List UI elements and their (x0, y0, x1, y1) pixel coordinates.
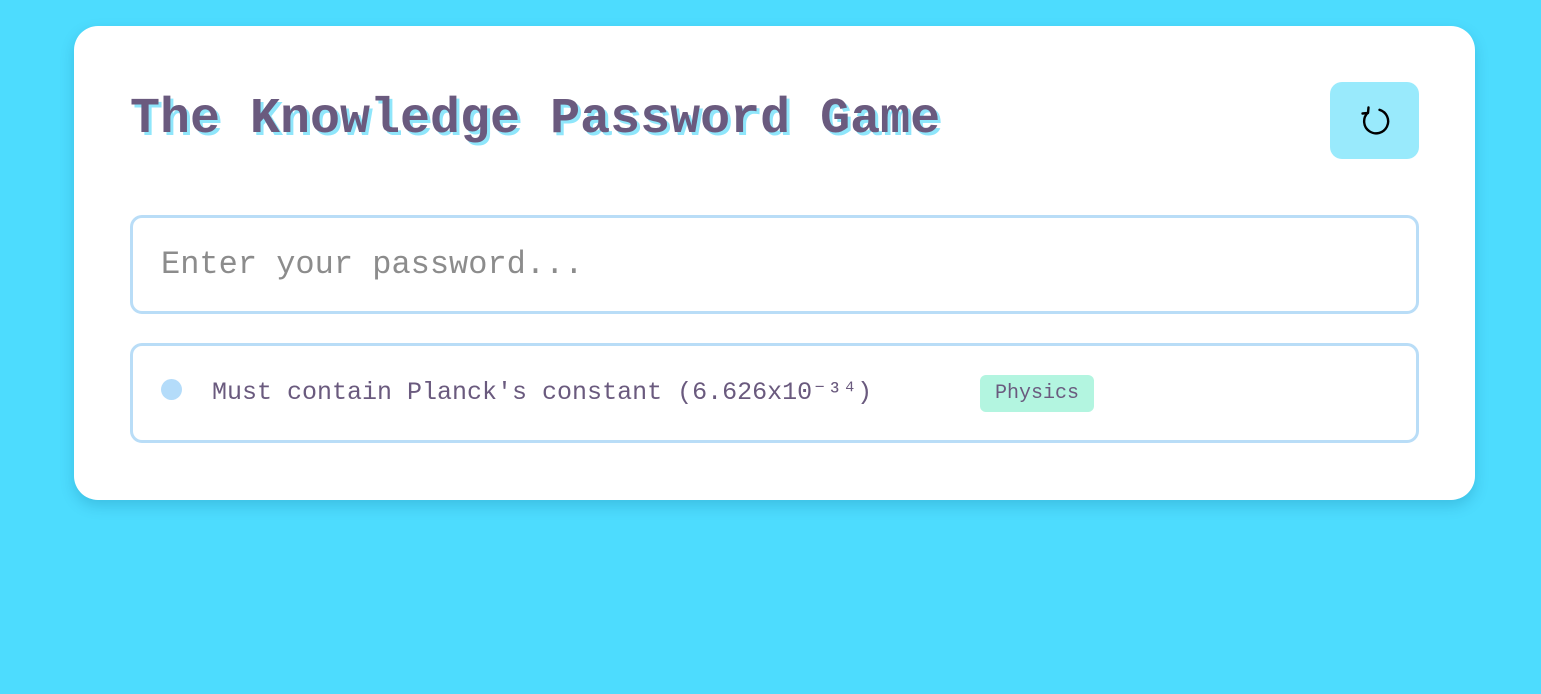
game-card: The Knowledge Password Game Must contain… (74, 26, 1475, 500)
reset-button[interactable] (1330, 82, 1419, 159)
page-title: The Knowledge Password Game (130, 91, 941, 148)
status-dot-icon (161, 379, 182, 400)
refresh-icon (1358, 104, 1392, 138)
rule-item: Must contain Planck's constant (6.626x10… (130, 343, 1419, 443)
category-tag: Physics (980, 375, 1095, 412)
password-input[interactable] (130, 215, 1419, 314)
rule-text: Must contain Planck's constant (6.626x10… (212, 378, 873, 407)
